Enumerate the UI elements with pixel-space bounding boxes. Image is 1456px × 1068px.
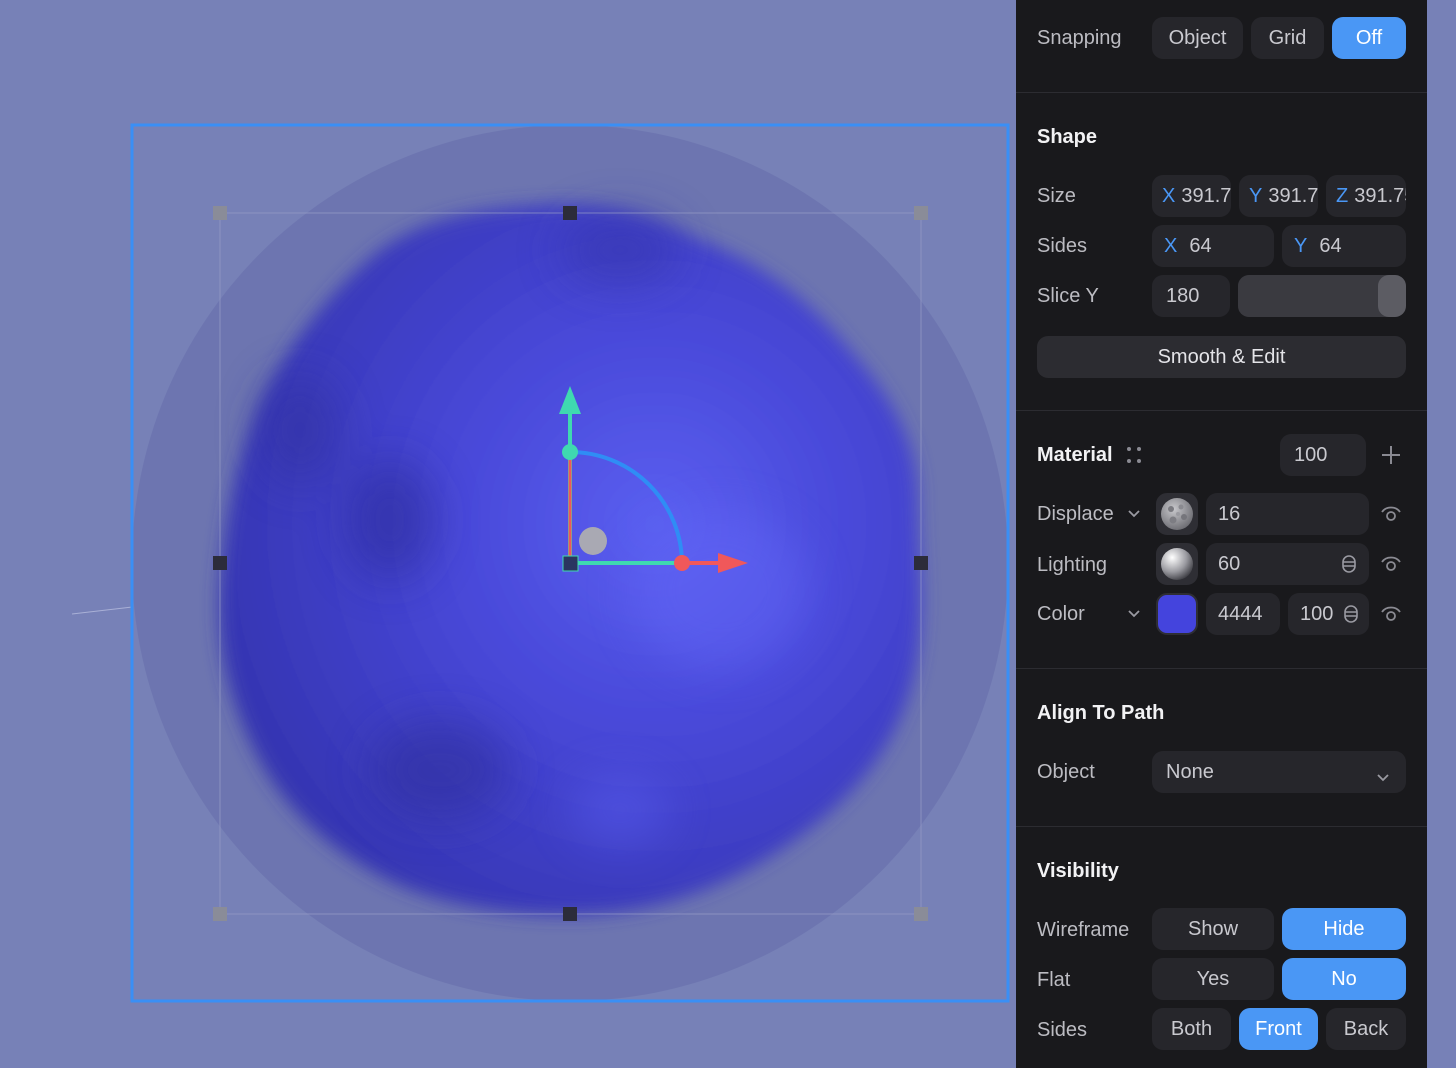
lighting-value: 60	[1218, 552, 1241, 575]
sides-back-button[interactable]: Back	[1326, 1008, 1406, 1050]
chevron-down-icon[interactable]	[1120, 600, 1148, 628]
render-sides-label: Sides	[1037, 1019, 1088, 1041]
plus-icon[interactable]	[1377, 441, 1405, 469]
color-hex-input[interactable]: 4444	[1206, 593, 1280, 635]
color-opacity-value: 100	[1300, 602, 1334, 625]
x-axis-label: X	[1164, 234, 1178, 257]
eye-icon[interactable]	[1377, 600, 1405, 628]
slider-thumb[interactable]	[1378, 275, 1406, 317]
chevron-down-icon[interactable]	[1120, 500, 1148, 528]
visibility-section-title: Visibility	[1037, 860, 1119, 882]
shape-section-title: Shape	[1037, 126, 1098, 148]
y-rotate-handle[interactable]	[562, 444, 578, 460]
y-axis-label: Y	[1249, 184, 1263, 207]
lighting-sphere-thumbnail[interactable]	[1156, 543, 1198, 585]
wireframe-label: Wireframe	[1037, 919, 1130, 941]
handle-top-left[interactable]	[213, 206, 227, 220]
sides-x-input[interactable]: X 64	[1152, 225, 1274, 267]
material-opacity-input[interactable]: 100	[1280, 434, 1366, 476]
opacity-icon	[1341, 554, 1357, 580]
align-object-value: None	[1166, 760, 1214, 783]
handle-left[interactable]	[213, 556, 227, 570]
divider	[1016, 92, 1427, 93]
displace-amount-input[interactable]: 16	[1206, 493, 1369, 535]
wireframe-hide-button[interactable]: Hide	[1282, 908, 1406, 950]
divider	[1016, 668, 1427, 669]
color-opacity-input[interactable]: 100	[1288, 593, 1369, 635]
align-object-label: Object	[1037, 761, 1095, 783]
displace-label[interactable]: Displace	[1037, 502, 1114, 526]
flat-no-button[interactable]: No	[1282, 958, 1406, 1000]
sides-y-input[interactable]: Y 64	[1282, 225, 1406, 267]
chevron-down-icon	[1376, 766, 1390, 789]
smooth-edit-button[interactable]: Smooth & Edit	[1037, 336, 1406, 378]
handle-top-right[interactable]	[914, 206, 928, 220]
snapping-object-button[interactable]: Object	[1152, 17, 1243, 59]
divider	[1016, 826, 1427, 827]
sides-label: Sides	[1037, 235, 1088, 257]
displace-texture-thumbnail[interactable]	[1156, 493, 1198, 535]
opacity-icon	[1343, 604, 1359, 630]
sides-y-value: 64	[1319, 234, 1342, 257]
sides-front-button[interactable]: Front	[1239, 1008, 1318, 1050]
properties-panel: Snapping Object Grid Off Shape Size X 391…	[1016, 0, 1427, 1068]
flat-label: Flat	[1037, 969, 1071, 991]
snapping-label: Snapping	[1037, 27, 1122, 49]
size-x-input[interactable]: X391.75	[1152, 175, 1231, 217]
handle-bottom-left[interactable]	[213, 907, 227, 921]
x-rotate-handle[interactable]	[674, 555, 690, 571]
align-to-path-title: Align To Path	[1037, 702, 1165, 724]
size-z-input[interactable]: Z391.75	[1326, 175, 1406, 217]
scene-canvas[interactable]	[0, 0, 1016, 1068]
size-x-value: 391.75	[1181, 184, 1231, 207]
size-z-value: 391.75	[1354, 184, 1406, 207]
sides-x-value: 64	[1189, 234, 1212, 257]
lighting-amount-input[interactable]: 60	[1206, 543, 1369, 585]
handle-bottom-right[interactable]	[914, 907, 928, 921]
align-object-select[interactable]: None	[1152, 751, 1406, 793]
z-axis-label: Z	[1336, 184, 1349, 207]
flat-yes-button[interactable]: Yes	[1152, 958, 1274, 1000]
x-axis-label: X	[1162, 184, 1176, 207]
handle-top[interactable]	[563, 206, 577, 220]
snapping-grid-button[interactable]: Grid	[1251, 17, 1324, 59]
slice-y-slider[interactable]	[1238, 275, 1406, 317]
slice-y-label: Slice Y	[1037, 285, 1099, 307]
y-axis-label: Y	[1294, 234, 1308, 257]
size-y-input[interactable]: Y391.75	[1239, 175, 1318, 217]
3d-viewport[interactable]	[0, 0, 1016, 1068]
dots-grid-icon[interactable]	[1120, 441, 1148, 469]
viewport-edge	[1427, 0, 1456, 1068]
divider	[1016, 410, 1427, 411]
eye-icon[interactable]	[1377, 500, 1405, 528]
material-section-title: Material	[1037, 444, 1113, 466]
color-swatch[interactable]	[1156, 593, 1198, 635]
handle-right[interactable]	[914, 556, 928, 570]
size-y-value: 391.75	[1268, 184, 1318, 207]
gizmo-origin[interactable]	[562, 555, 579, 572]
color-label[interactable]: Color	[1037, 602, 1085, 626]
snapping-off-button[interactable]: Off	[1332, 17, 1406, 59]
scene-axis-line	[71, 606, 133, 615]
lighting-label: Lighting	[1037, 554, 1108, 576]
slice-y-input[interactable]: 180	[1152, 275, 1230, 317]
sides-both-button[interactable]: Both	[1152, 1008, 1231, 1050]
handle-bottom[interactable]	[563, 907, 577, 921]
eye-icon[interactable]	[1377, 550, 1405, 578]
size-label: Size	[1037, 185, 1076, 207]
free-move-handle[interactable]	[579, 527, 607, 555]
wireframe-show-button[interactable]: Show	[1152, 908, 1274, 950]
